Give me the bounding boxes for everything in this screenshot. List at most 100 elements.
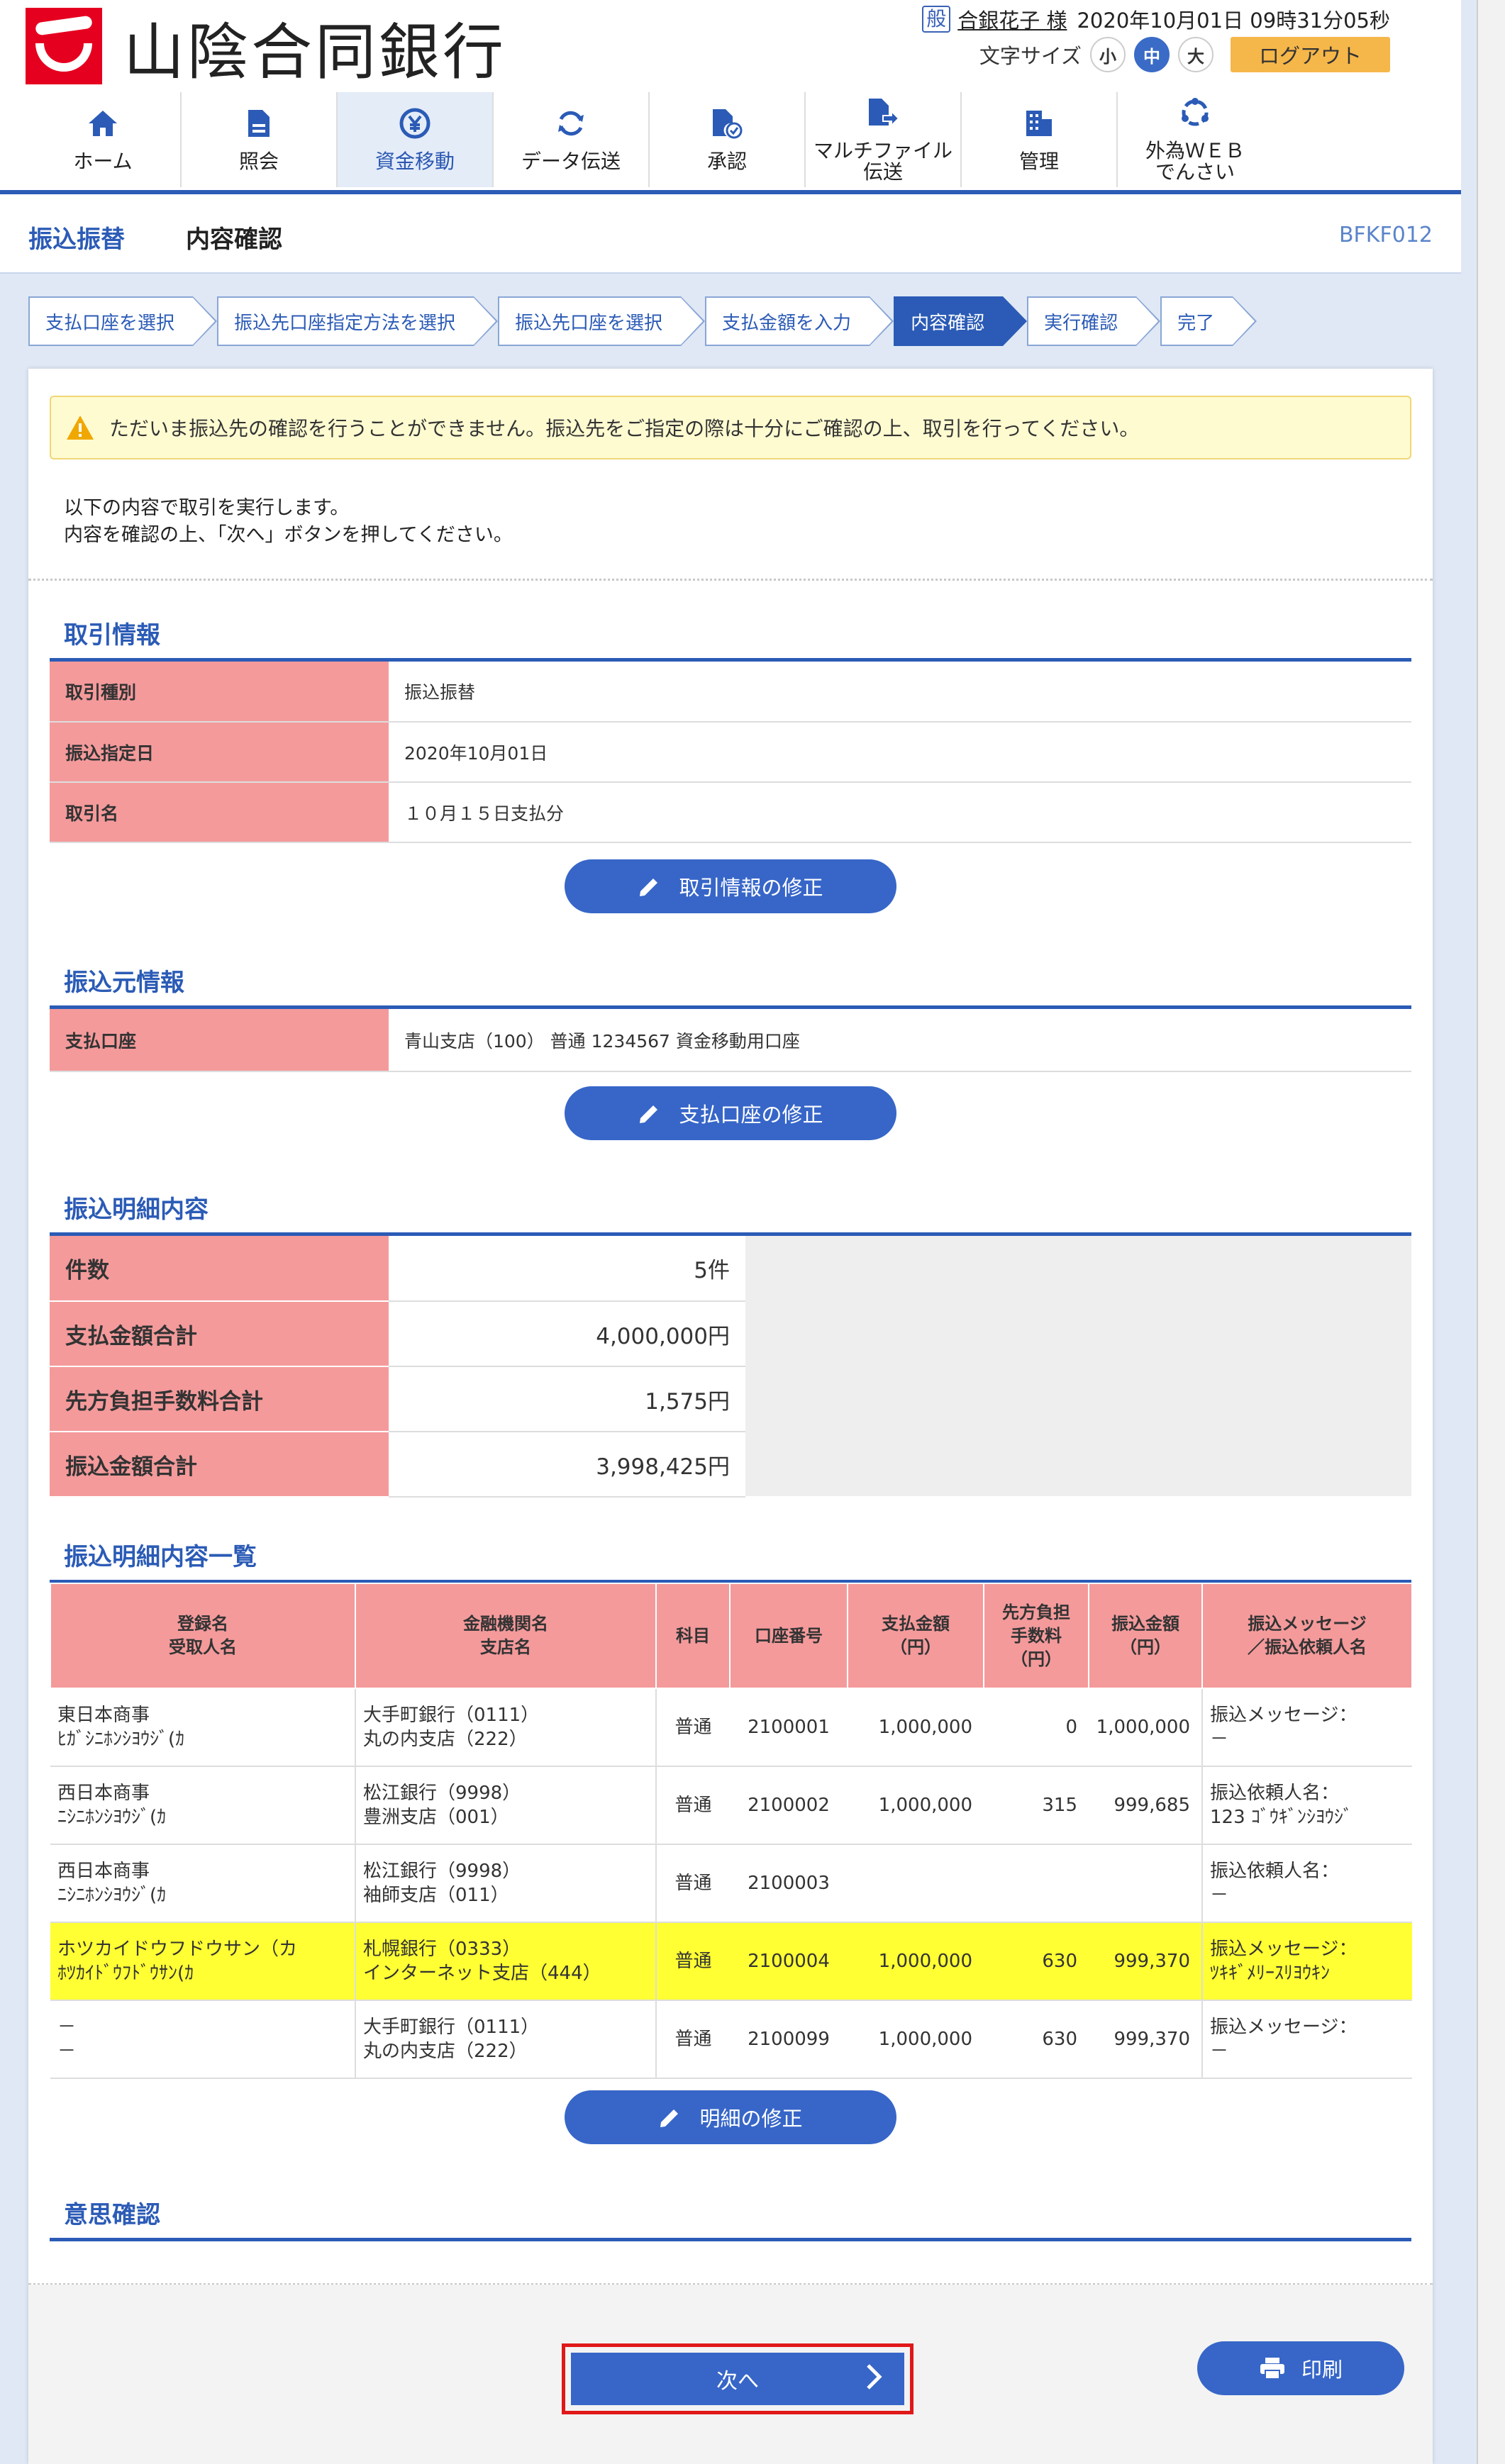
next-button-focus-frame: 次へ: [562, 2343, 913, 2414]
edit-details-button[interactable]: 明細の修正: [565, 2090, 896, 2144]
nav-data-transmission[interactable]: データ伝送: [492, 92, 648, 187]
cell-account: 2100003: [730, 1844, 848, 1923]
column-header: 登録名 受取人名: [50, 1583, 356, 1689]
cell-name: 西日本商事 ﾆｼﾆﾎﾝｼﾖｳｼﾞ(ｶ: [50, 1766, 356, 1845]
cell-name: 西日本商事 ﾆｼﾆﾎﾝｼﾖｳｼﾞ(ｶ: [50, 1844, 356, 1923]
cell-account: 2100004: [730, 1922, 848, 2001]
edit-payment-account-button[interactable]: 支払口座の修正: [565, 1086, 896, 1140]
logout-button[interactable]: ログアウト: [1230, 37, 1390, 72]
column-header: 振込金額 （円）: [1088, 1583, 1203, 1689]
bank-logo: 山陰合同銀行: [26, 7, 506, 88]
cell-pay: [848, 1844, 984, 1923]
screen-code: BFKF012: [1338, 223, 1433, 247]
yen-transfer-icon: [399, 107, 431, 140]
font-size-small-button[interactable]: 小: [1089, 37, 1126, 72]
column-header: 先方負担 手数料 （円）: [983, 1583, 1089, 1689]
font-size-large-button[interactable]: 大: [1177, 37, 1214, 72]
cell-kamoku: 普通: [656, 1922, 730, 2001]
summary-label: 支払金額合計: [50, 1301, 389, 1367]
cell-account: 2100002: [730, 1766, 848, 1845]
summary-label: 件数: [50, 1236, 389, 1302]
field-value: 青山支店（100） 普通 1234567 資金移動用口座: [389, 1009, 1411, 1072]
table-row: 取引名 １０月１５日支払分: [50, 782, 1411, 843]
cell-amount: 1,000,000: [1089, 1688, 1203, 1767]
step-select-payment-account: 支払口座を選択: [28, 296, 218, 346]
global-nav: ホーム 照会 資金移動 データ伝送 承認 マルチファイル 伝送 管理 外為ＷＥＢ…: [26, 92, 1272, 191]
nav-label: マルチファイル 伝送: [813, 139, 953, 184]
step-enter-amount: 支払金額を入力: [705, 296, 894, 346]
step-complete: 完了: [1160, 296, 1257, 346]
nav-multi-file[interactable]: マルチファイル 伝送: [804, 92, 960, 187]
cell-msg: 振込依頼人名： －: [1202, 1844, 1412, 1923]
document-icon: [243, 107, 275, 140]
nav-label: ホーム: [73, 150, 133, 173]
summary-label: 振込金額合計: [50, 1432, 389, 1498]
approve-icon: [711, 107, 743, 140]
chevron-right-icon: [867, 2364, 882, 2390]
nav-fund-transfer[interactable]: 資金移動: [336, 92, 492, 187]
vertical-scrollbar[interactable]: [1477, 0, 1505, 2464]
cell-amount: 999,685: [1089, 1766, 1203, 1845]
field-label: 取引種別: [50, 662, 389, 723]
nav-forex-densai[interactable]: 外為ＷＥＢ でんさい: [1116, 92, 1272, 187]
section-title-confirmation: 意思確認: [64, 2201, 160, 2229]
nav-home[interactable]: ホーム: [26, 92, 180, 187]
print-button[interactable]: 印刷: [1197, 2341, 1404, 2395]
table-row: 取引種別 振込振替: [50, 662, 1411, 723]
main-content-card: ただいま振込先の確認を行うことができません。振込先をご指定の際は十分にご確認の上…: [28, 369, 1433, 2464]
cell-amount: 999,370: [1089, 2000, 1203, 2079]
home-icon: [87, 107, 119, 140]
cell-amount: 999,370: [1089, 1922, 1203, 2001]
site-header: 山陰合同銀行 般 合銀花子 様 2020年10月01日 09時31分05秒 文字…: [0, 0, 1461, 194]
next-button[interactable]: 次へ: [571, 2353, 904, 2405]
user-type-badge: 般: [922, 6, 951, 33]
intro-line: 以下の内容で取引を実行します。: [64, 497, 350, 519]
table-row: 件数 5件: [50, 1236, 1411, 1498]
cell-msg: 振込メッセージ： －: [1202, 2000, 1412, 2079]
cell-bank: 松江銀行（9998） 袖師支店（011）: [355, 1844, 657, 1923]
button-label: 次へ: [716, 2369, 759, 2394]
font-size-medium-button[interactable]: 中: [1133, 37, 1170, 72]
cell-fee: [984, 1844, 1089, 1923]
step-select-payee-account: 振込先口座を選択: [498, 296, 706, 346]
column-header: 科目: [655, 1583, 731, 1689]
nav-label: 照会: [238, 150, 279, 173]
cell-bank: 大手町銀行（0111） 丸の内支店（222）: [355, 1688, 657, 1767]
user-name-link[interactable]: 合銀花子 様: [957, 4, 1067, 34]
edit-transaction-info-button[interactable]: 取引情報の修正: [565, 859, 896, 913]
table-row: － －大手町銀行（0111） 丸の内支店（222） 普通 2100099 1,000,…: [50, 2000, 1412, 2079]
login-datetime: 2020年10月01日 09時31分05秒: [1077, 9, 1390, 33]
nav-label: データ伝送: [521, 150, 621, 173]
warning-icon: [67, 416, 94, 440]
section-title-transaction-info: 取引情報: [64, 621, 160, 650]
blank-area: [745, 1236, 1411, 1498]
button-label: 印刷: [1301, 2358, 1343, 2382]
section-title-summary: 振込明細内容: [64, 1195, 209, 1224]
nav-approval[interactable]: 承認: [648, 92, 804, 187]
pencil-icon: [640, 879, 658, 896]
section-title-source-info: 振込元情報: [64, 969, 184, 997]
source-info-table: 支払口座 青山支店（100） 普通 1234567 資金移動用口座: [50, 1009, 1411, 1072]
nav-label: 承認: [706, 150, 747, 173]
summary-table: 件数 5件 支払金額合計 4,000,000円 先方負担手数料合計 1,575円…: [50, 1236, 1411, 1498]
summary-value: 5件: [389, 1236, 745, 1302]
font-size-controls: 文字サイズ 小 中 大 ログアウト: [979, 37, 1390, 72]
field-label: 支払口座: [50, 1009, 389, 1072]
bank-logo-mark-icon: [26, 8, 102, 84]
building-icon: [1023, 107, 1055, 140]
cell-msg: 振込メッセージ： ﾂｷｷﾞﾒﾘｰｽﾘﾖｳｷﾝ: [1202, 1922, 1412, 2001]
nav-management[interactable]: 管理: [960, 92, 1116, 187]
cell-bank: 松江銀行（9998） 豊洲支店（001）: [355, 1766, 657, 1845]
cell-account: 2100001: [730, 1688, 848, 1767]
pencil-icon: [660, 2109, 679, 2127]
user-info: 般 合銀花子 様 2020年10月01日 09時31分05秒: [922, 4, 1390, 34]
refresh-icon: [555, 107, 587, 140]
page-subtitle: 内容確認: [186, 225, 282, 254]
section-underline: [50, 2238, 1411, 2241]
intro-line: 内容を確認の上、「次へ」ボタンを押してください。: [64, 524, 513, 546]
table-header-row: 登録名 受取人名 金融機関名 支店名 科目 口座番号 支払金額 （円） 先方負担…: [50, 1583, 1413, 1689]
table-row: 西日本商事 ﾆｼﾆﾎﾝｼﾖｳｼﾞ(ｶ 松江銀行（9998） 豊洲支店（001） 普通…: [50, 1766, 1412, 1845]
cell-pay: 1,000,000: [848, 1766, 984, 1845]
button-label: 取引情報の修正: [679, 876, 823, 900]
nav-inquiry[interactable]: 照会: [180, 92, 336, 187]
